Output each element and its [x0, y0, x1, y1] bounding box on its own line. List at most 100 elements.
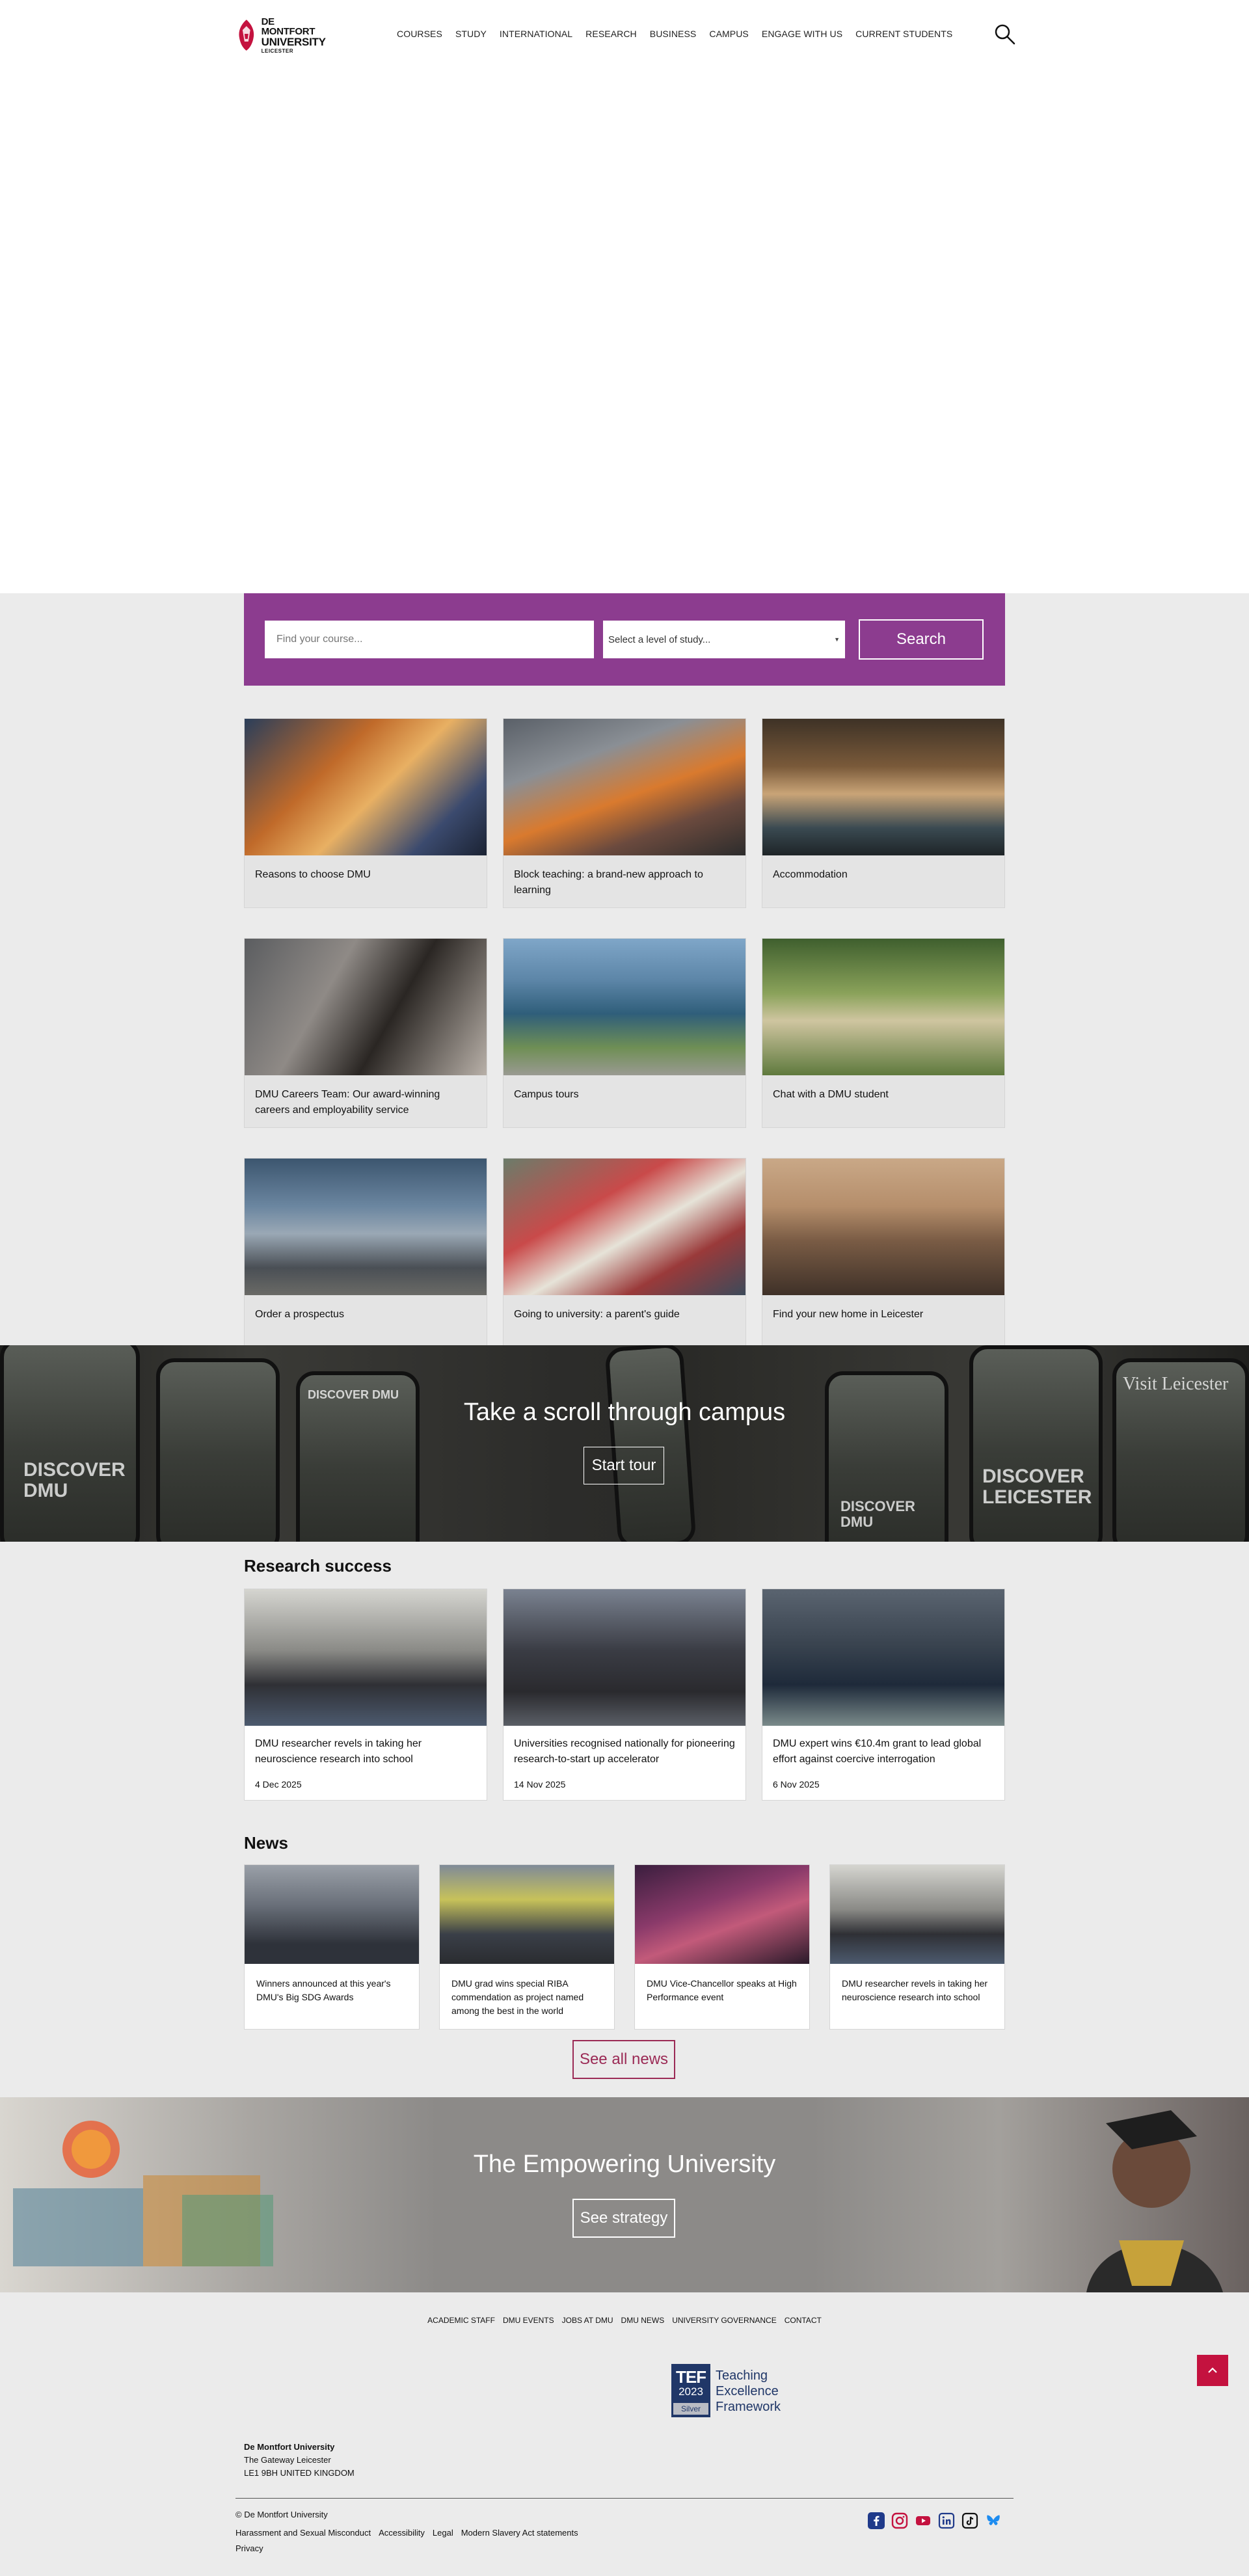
campus-tour-banner: DISCOVER DMU DISCOVER DMU DISCOVER DMU D…: [0, 1345, 1249, 1542]
see-all-news-button[interactable]: See all news: [572, 2040, 675, 2079]
research-card-image: [504, 1589, 745, 1726]
research-card[interactable]: DMU expert wins €10.4m grant to lead glo…: [762, 1589, 1005, 1801]
back-to-top-button[interactable]: [1197, 2355, 1228, 2386]
footer-link-jobs[interactable]: JOBS AT DMU: [562, 2316, 613, 2325]
social-links: [868, 2512, 1002, 2529]
nav-item-study[interactable]: STUDY: [455, 29, 487, 39]
legal-link-legal[interactable]: Legal: [433, 2528, 453, 2538]
graduate-photo: [1086, 2110, 1223, 2292]
nav-item-international[interactable]: INTERNATIONAL: [500, 29, 572, 39]
legal-link-modern-slavery[interactable]: Modern Slavery Act statements: [461, 2528, 578, 2538]
news-card[interactable]: DMU grad wins special RIBA commendation …: [439, 1864, 615, 2030]
feature-card-title: DMU Careers Team: Our award-winning care…: [255, 1089, 440, 1116]
legal-link-harassment[interactable]: Harassment and Sexual Misconduct: [235, 2528, 371, 2538]
feature-card[interactable]: Reasons to choose DMU: [244, 718, 487, 908]
news-card[interactable]: DMU researcher revels in taking her neur…: [829, 1864, 1005, 2030]
tef-year: 2023: [678, 2385, 703, 2398]
feature-card-title: Find your new home in Leicester: [773, 1309, 924, 1320]
main-nav: COURSES STUDY INTERNATIONAL RESEARCH BUS…: [397, 29, 952, 39]
phone-image: DISCOVER LEICESTER: [969, 1345, 1103, 1542]
phone-image: [156, 1358, 280, 1542]
news-card[interactable]: DMU Vice-Chancellor speaks at High Perfo…: [634, 1864, 810, 2030]
linkedin-icon[interactable]: [938, 2512, 955, 2529]
research-card-date: 14 Nov 2025: [514, 1779, 566, 1790]
phone-image: [604, 1345, 697, 1542]
legal-link-accessibility[interactable]: Accessibility: [379, 2528, 425, 2538]
feature-card[interactable]: Block teaching: a brand-new approach to …: [503, 718, 746, 908]
footer-link-dmu-news[interactable]: DMU NEWS: [621, 2316, 665, 2325]
research-card-title: DMU researcher revels in taking her neur…: [255, 1738, 422, 1765]
nav-item-engage[interactable]: ENGAGE WITH US: [762, 29, 842, 39]
news-card-title: Winners announced at this year's DMU's B…: [256, 1978, 391, 2002]
phone-text: DISCOVER LEICESTER: [982, 1466, 1092, 1508]
research-card-image: [762, 1589, 1004, 1726]
nav-item-courses[interactable]: COURSES: [397, 29, 442, 39]
study-level-select[interactable]: Select a level of study... ▼: [603, 621, 845, 658]
footer-divider: [235, 2498, 1014, 2499]
tef-line-3: Framework: [716, 2400, 781, 2414]
instagram-icon[interactable]: [891, 2512, 908, 2529]
feature-card[interactable]: Going to university: a parent's guide: [503, 1158, 746, 1348]
course-search-input[interactable]: [265, 621, 594, 658]
research-card-title: Universities recognised nationally for p…: [514, 1738, 735, 1765]
empowering-banner: The Empowering University See strategy: [0, 2097, 1249, 2292]
facebook-icon[interactable]: [868, 2512, 885, 2529]
hero-area: [0, 72, 1249, 593]
dmu-logo[interactable]: DE MONTFORT UNIVERSITY LEICESTER: [235, 17, 330, 53]
postal-address: De Montfort University The Gateway Leice…: [244, 2441, 355, 2480]
feature-card-image: [762, 1159, 1004, 1295]
feature-card-image: [504, 1159, 745, 1295]
feature-card-title: Reasons to choose DMU: [255, 869, 371, 880]
search-icon[interactable]: [994, 23, 1016, 46]
logo-line-1: DE MONTFORT: [261, 16, 316, 37]
tef-text: Teaching Excellence Framework: [716, 2368, 781, 2420]
see-strategy-button[interactable]: See strategy: [572, 2199, 675, 2238]
legal-links: Harassment and Sexual Misconduct Accessi…: [235, 2528, 578, 2538]
address-name: De Montfort University: [244, 2442, 335, 2452]
footer-link-governance[interactable]: UNIVERSITY GOVERNANCE: [672, 2316, 776, 2325]
feature-card-title: Going to university: a parent's guide: [514, 1309, 680, 1320]
news-card[interactable]: Winners announced at this year's DMU's B…: [244, 1864, 420, 2030]
feature-card[interactable]: Order a prospectus: [244, 1158, 487, 1348]
tiktok-icon[interactable]: [961, 2512, 978, 2529]
dmu-crest-icon: [239, 20, 254, 51]
footer-link-contact[interactable]: CONTACT: [785, 2316, 822, 2325]
feature-card[interactable]: Campus tours: [503, 938, 746, 1128]
nav-item-campus[interactable]: CAMPUS: [709, 29, 749, 39]
start-tour-button[interactable]: Start tour: [584, 1447, 664, 1484]
research-card-title: DMU expert wins €10.4m grant to lead glo…: [773, 1738, 982, 1765]
nav-item-current-students[interactable]: CURRENT STUDENTS: [855, 29, 952, 39]
study-level-value: Select a level of study...: [608, 634, 711, 645]
nav-item-business[interactable]: BUSINESS: [650, 29, 697, 39]
research-card[interactable]: DMU researcher revels in taking her neur…: [244, 1589, 487, 1801]
bluesky-icon[interactable]: [985, 2512, 1002, 2529]
tef-line-1: Teaching: [716, 2368, 768, 2383]
feature-card[interactable]: Chat with a DMU student: [762, 938, 1005, 1128]
youtube-icon[interactable]: [915, 2512, 932, 2529]
nav-item-research[interactable]: RESEARCH: [585, 29, 637, 39]
feature-card-image: [762, 939, 1004, 1075]
footer-link-academic-staff[interactable]: ACADEMIC STAFF: [427, 2316, 495, 2325]
footer-links: ACADEMIC STAFF DMU EVENTS JOBS AT DMU DM…: [0, 2316, 1249, 2325]
feature-card[interactable]: Accommodation: [762, 718, 1005, 908]
campus-illustration: [13, 2121, 273, 2266]
news-card-title: DMU Vice-Chancellor speaks at High Perfo…: [647, 1978, 797, 2002]
chevron-down-icon: ▼: [834, 636, 840, 643]
feature-card-title: Order a prospectus: [255, 1309, 344, 1320]
research-section-title: Research success: [244, 1556, 392, 1576]
phone-text: Visit Leicester: [1123, 1374, 1229, 1394]
news-card-image: [635, 1865, 809, 1964]
feature-card-title: Accommodation: [773, 869, 848, 880]
feature-card-title: Campus tours: [514, 1089, 579, 1100]
news-card-image: [440, 1865, 614, 1964]
research-card[interactable]: Universities recognised nationally for p…: [503, 1589, 746, 1801]
empowering-title: The Empowering University: [473, 2151, 776, 2178]
course-search-button[interactable]: Search: [859, 619, 984, 660]
chevron-up-icon: [1208, 2367, 1217, 2373]
footer-link-dmu-events[interactable]: DMU EVENTS: [503, 2316, 554, 2325]
course-search-panel: Select a level of study... ▼ Search: [244, 593, 1005, 686]
research-card-date: 4 Dec 2025: [255, 1779, 302, 1790]
feature-card[interactable]: DMU Careers Team: Our award-winning care…: [244, 938, 487, 1128]
feature-card[interactable]: Find your new home in Leicester: [762, 1158, 1005, 1348]
privacy-link[interactable]: Privacy: [235, 2543, 263, 2553]
